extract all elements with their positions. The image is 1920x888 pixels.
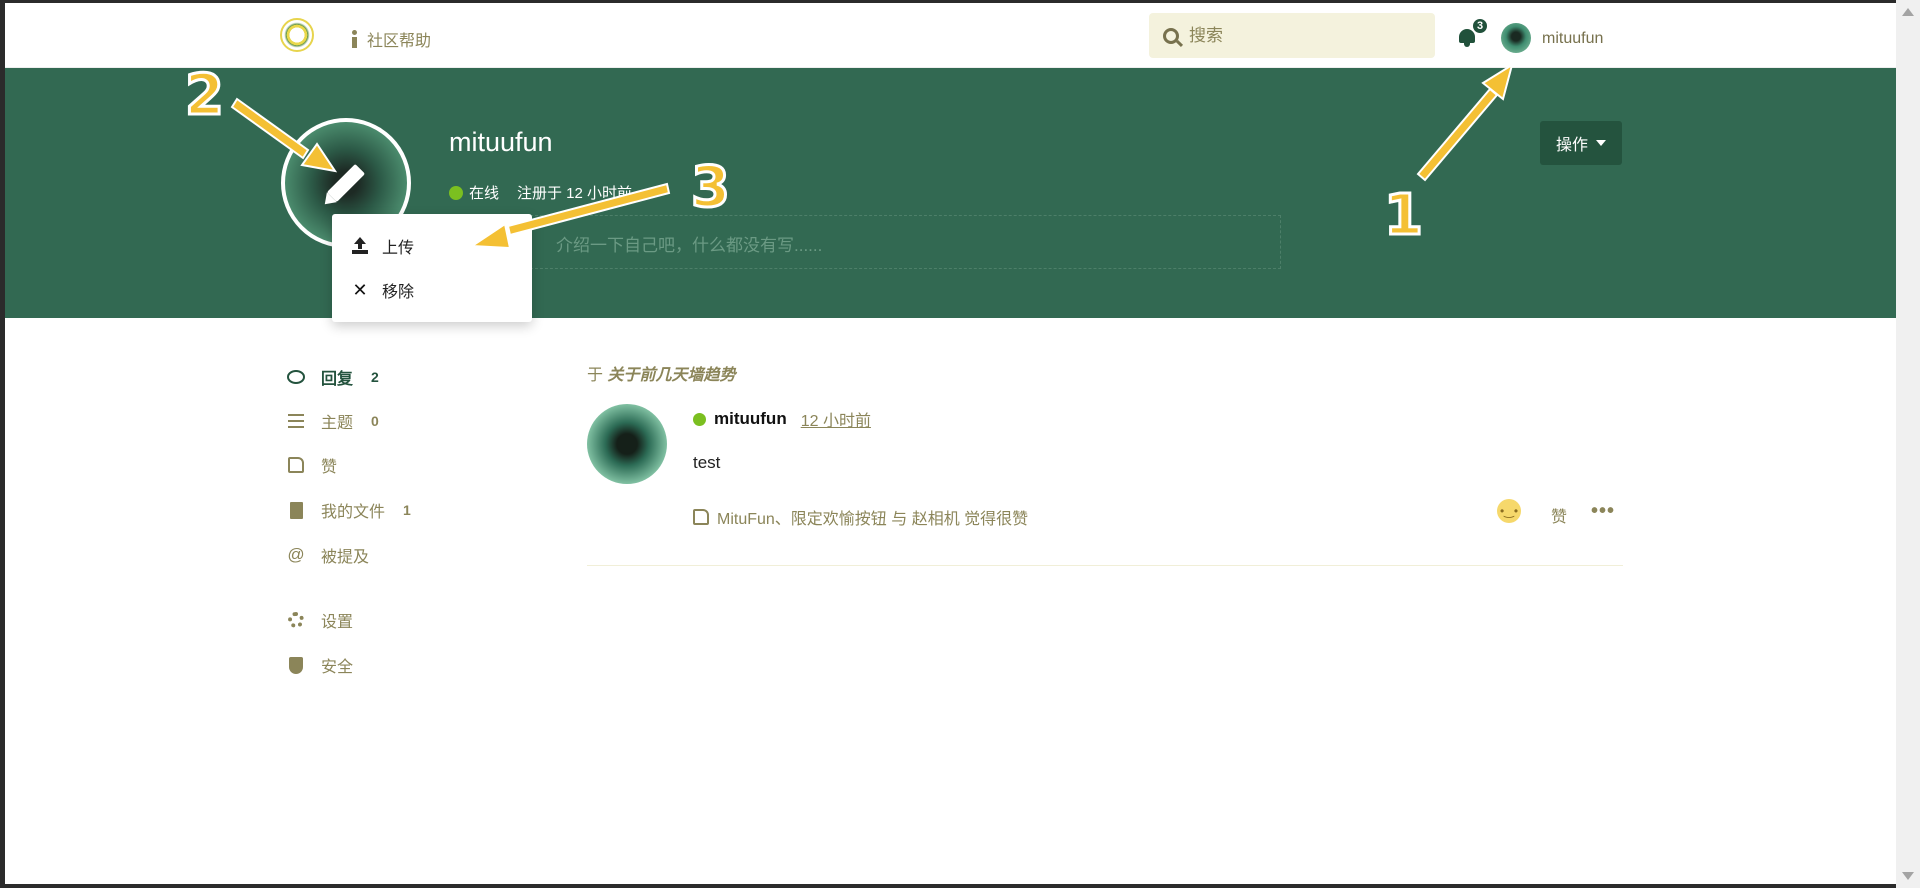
scroll-down-icon[interactable]	[1902, 872, 1914, 880]
annotation-arrow-2	[230, 97, 310, 160]
annotation-number-1: 1	[1383, 182, 1425, 250]
annotation-arrows	[230, 62, 1514, 250]
annotation-number-2: 2	[184, 62, 226, 130]
browser-frame: 社区帮助 3 mituufun mituufun 在线 注册于 12 小时前 介…	[5, 3, 1896, 884]
annotation-number-3: 3	[690, 154, 732, 222]
page-scrollbar[interactable]	[1896, 0, 1920, 888]
annotation-arrow-3	[506, 182, 671, 237]
annotation-arrow-1	[1416, 87, 1499, 182]
scroll-up-icon[interactable]	[1902, 8, 1914, 16]
annotation-arrowhead-3	[468, 222, 512, 250]
